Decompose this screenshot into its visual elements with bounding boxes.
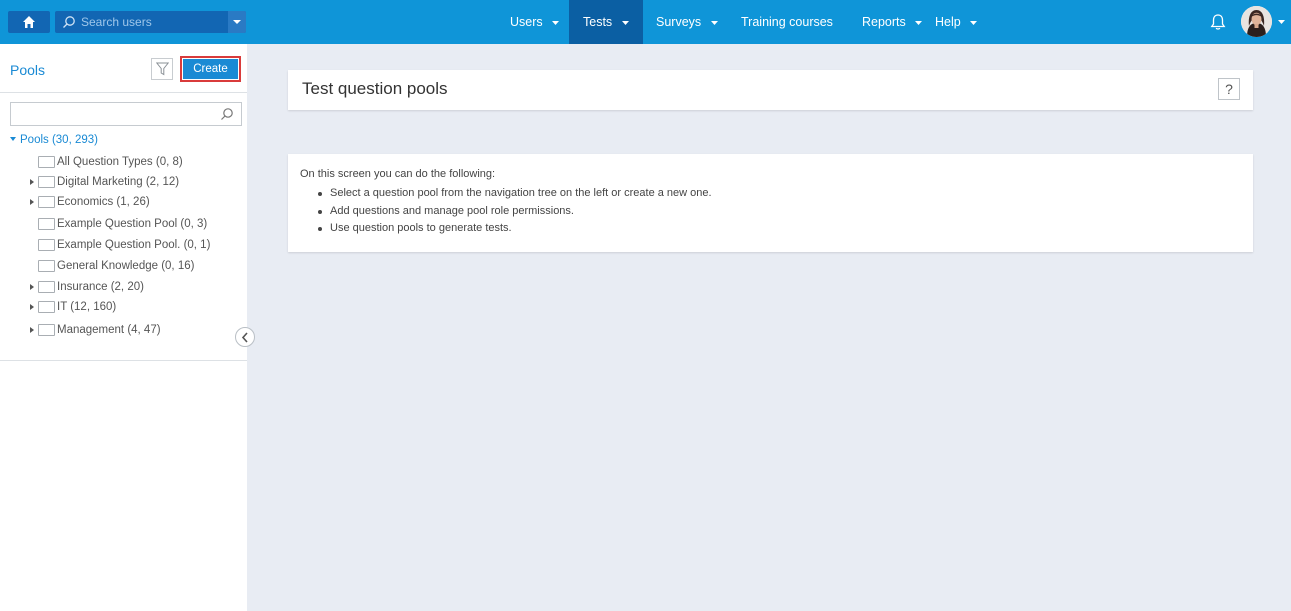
folder-icon (38, 196, 55, 208)
tree-item-management[interactable]: Management (4, 47) (30, 322, 230, 338)
nav-help-label: Help (935, 15, 961, 29)
tree-item-label: Digital Marketing (2, 12) (57, 176, 180, 188)
chevron-down-icon (552, 20, 560, 25)
chevron-left-icon (241, 332, 248, 343)
notifications-bell-icon[interactable] (1210, 13, 1226, 31)
divider (0, 360, 247, 361)
tree-search-input[interactable] (16, 106, 206, 122)
folder-icon (38, 218, 55, 230)
instructions-list: Select a question pool from the navigati… (316, 187, 712, 240)
nav-surveys-label: Surveys (656, 15, 702, 29)
tree-item-label: IT (12, 160) (57, 301, 117, 313)
search-icon (63, 16, 75, 28)
tree-item-label: Example Question Pool (0, 3) (57, 218, 208, 230)
nav-tests[interactable]: Tests (569, 0, 643, 44)
caret-down-icon[interactable] (10, 137, 16, 142)
create-button[interactable]: Create (180, 56, 241, 82)
collapse-sidebar-button[interactable] (235, 327, 255, 347)
search-icon[interactable] (220, 107, 234, 121)
tree-item-all-question-types[interactable]: All Question Types (0, 8) (30, 154, 230, 170)
folder-icon (38, 301, 55, 313)
nav-users-label: Users (510, 15, 543, 29)
nav-training-courses-label: Training courses (741, 15, 833, 29)
search-dropdown-button[interactable] (228, 11, 246, 33)
page-header-card: Test question pools ? (288, 70, 1253, 110)
tree-item-insurance[interactable]: Insurance (2, 20) (30, 279, 230, 295)
tree-item-label: General Knowledge (0, 16) (57, 260, 195, 272)
tree-item-label: Insurance (2, 20) (57, 281, 144, 293)
nav-reports-label: Reports (862, 15, 906, 29)
tree-root-pools[interactable]: Pools (30, 293) (10, 134, 98, 146)
chevron-down-icon (710, 20, 718, 25)
tree-search (10, 102, 242, 126)
tree-item-label: Economics (1, 26) (57, 196, 150, 208)
tree-item-digital-marketing[interactable]: Digital Marketing (2, 12) (30, 174, 230, 190)
user-avatar[interactable] (1241, 6, 1272, 37)
list-item: Select a question pool from the navigati… (316, 187, 712, 205)
nav-help[interactable]: Help (935, 0, 978, 44)
sidebar-title: Pools (10, 62, 46, 78)
user-search (55, 11, 246, 33)
chevron-down-icon (915, 20, 923, 25)
chevron-down-icon (233, 20, 241, 24)
caret-right-icon[interactable] (30, 284, 34, 290)
nav-reports[interactable]: Reports (862, 0, 923, 44)
list-item: Add questions and manage pool role permi… (316, 205, 712, 223)
chevron-down-icon[interactable] (1278, 20, 1285, 24)
caret-right-icon[interactable] (30, 179, 34, 185)
page-title: Test question pools (302, 79, 448, 98)
home-icon (23, 16, 35, 28)
folder-icon (38, 324, 55, 336)
tree-root-label: Pools (30, 293) (20, 134, 98, 146)
help-button[interactable]: ? (1218, 78, 1240, 100)
folder-icon (38, 156, 55, 168)
create-button-label: Create (183, 59, 238, 79)
caret-right-icon[interactable] (30, 304, 34, 310)
nav-tests-label: Tests (583, 15, 613, 29)
divider (0, 92, 247, 93)
chevron-down-icon (621, 20, 629, 25)
search-users-input[interactable] (81, 13, 211, 31)
nav-users[interactable]: Users (510, 0, 560, 44)
tree-item-label: Example Question Pool. (0, 1) (57, 239, 211, 251)
filter-icon (156, 62, 169, 76)
folder-icon (38, 281, 55, 293)
instructions-card: On this screen you can do the following:… (288, 154, 1253, 252)
tree-item-it[interactable]: IT (12, 160) (30, 299, 230, 315)
tree-item-label: Management (4, 47) (57, 324, 161, 336)
folder-icon (38, 260, 55, 272)
caret-right-icon[interactable] (30, 199, 34, 205)
nav-surveys[interactable]: Surveys (656, 0, 718, 44)
tree-item-economics[interactable]: Economics (1, 26) (30, 194, 230, 210)
list-item: Use question pools to generate tests. (316, 222, 712, 240)
caret-right-icon[interactable] (30, 327, 34, 333)
pools-sidebar: Pools Create Pools (30, 293) All Questio… (0, 44, 247, 611)
folder-icon (38, 239, 55, 251)
folder-icon (38, 176, 55, 188)
avatar-image (1241, 6, 1272, 37)
chevron-down-icon (970, 20, 978, 25)
tree-item-example-question-pool[interactable]: Example Question Pool (0, 3) (30, 216, 230, 232)
instructions-intro: On this screen you can do the following: (300, 168, 496, 180)
tree-item-general-knowledge[interactable]: General Knowledge (0, 16) (30, 258, 230, 274)
tree-item-label: All Question Types (0, 8) (57, 156, 183, 168)
nav-training-courses[interactable]: Training courses (741, 0, 833, 44)
top-navigation-bar: Users Tests Surveys Training courses Rep… (0, 0, 1291, 44)
tree-item-example-question-pool-2[interactable]: Example Question Pool. (0, 1) (30, 237, 230, 253)
filter-button[interactable] (151, 58, 173, 80)
home-button[interactable] (8, 11, 50, 33)
